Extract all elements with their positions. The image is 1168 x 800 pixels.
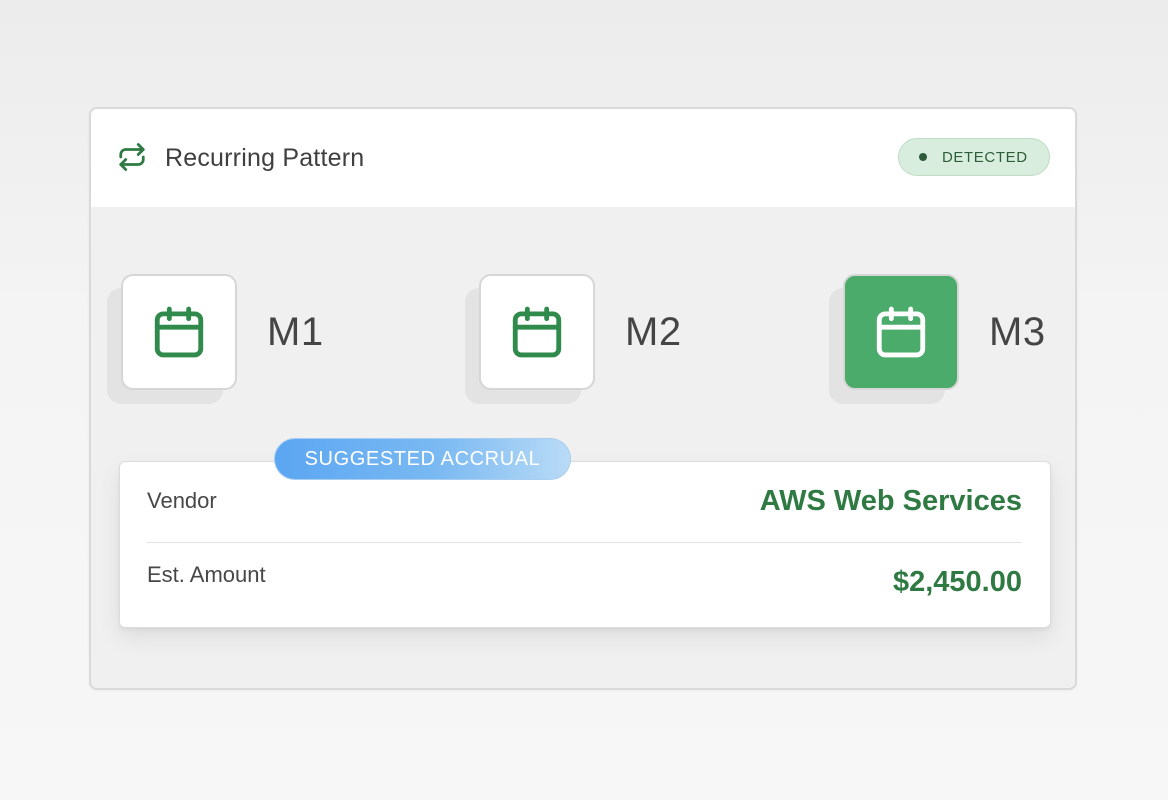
amount-label: Est. Amount xyxy=(147,562,266,587)
month-label: M1 xyxy=(267,310,324,354)
accrual-card: Vendor AWS Web Services Est. Amount $2,4… xyxy=(119,461,1051,628)
month-tile-active[interactable] xyxy=(843,274,959,390)
divider xyxy=(147,542,1022,543)
amount-value: $2,450.00 xyxy=(892,566,1022,598)
repeat-icon xyxy=(119,143,145,171)
panel-header: Recurring Pattern DETECTED xyxy=(91,109,1075,207)
vendor-label: Vendor xyxy=(147,488,217,513)
month-tile[interactable] xyxy=(479,274,595,390)
suggested-accrual-badge: SUGGESTED ACCRUAL xyxy=(274,438,571,480)
panel-title: Recurring Pattern xyxy=(165,144,365,172)
vendor-value: AWS Web Services xyxy=(759,485,1022,517)
recurring-pattern-panel: Recurring Pattern DETECTED M1 M2 M3 SUGG… xyxy=(89,107,1077,690)
status-badge-label: DETECTED xyxy=(942,148,1028,166)
calendar-icon xyxy=(512,306,562,358)
month-tile[interactable] xyxy=(121,274,237,390)
month-label: M2 xyxy=(625,310,682,354)
calendar-icon xyxy=(154,306,204,358)
status-badge: DETECTED xyxy=(898,138,1050,176)
calendar-icon xyxy=(876,306,926,358)
status-dot-icon xyxy=(919,153,927,161)
month-label: M3 xyxy=(989,310,1046,354)
